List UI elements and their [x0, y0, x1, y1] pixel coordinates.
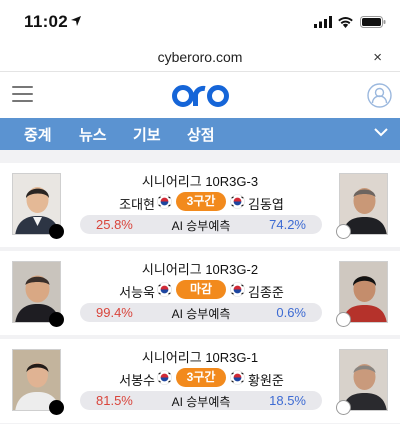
url-text[interactable]: cyberoro.com	[0, 49, 400, 65]
hamburger-menu-icon[interactable]	[12, 86, 33, 103]
white-win-percent: 0.6%	[276, 305, 306, 320]
korea-flag-icon	[157, 370, 172, 385]
black-player-name: 서봉수	[119, 373, 155, 388]
white-win-percent: 74.2%	[269, 217, 306, 232]
site-logo[interactable]	[172, 81, 230, 109]
nav-item-broadcast[interactable]: 중계	[24, 124, 52, 145]
browser-url-bar: cyberoro.com ×	[0, 44, 400, 72]
white-win-percent: 18.5%	[269, 393, 306, 408]
white-player-name: 김종준	[248, 285, 284, 300]
location-arrow-icon	[71, 16, 81, 26]
korea-flag-icon	[230, 370, 245, 385]
white-stone-marker	[336, 312, 351, 327]
white-player-name: 황원준	[248, 373, 284, 388]
battery-icon	[360, 16, 386, 28]
league-title: 시니어리그 10R3G-2	[141, 262, 259, 277]
status-bar: 11:02	[0, 0, 400, 44]
black-player-name: 조대현	[119, 197, 155, 212]
site-header	[0, 72, 400, 118]
black-stone-marker	[49, 400, 64, 415]
status-badge: 3구간	[176, 192, 226, 211]
korea-flag-icon	[230, 194, 245, 209]
close-icon[interactable]: ×	[373, 49, 382, 66]
korea-flag-icon	[157, 282, 172, 297]
status-time: 11:02	[24, 12, 69, 31]
white-stone-marker	[336, 224, 351, 239]
korea-flag-icon	[230, 282, 245, 297]
ai-prediction-bar: 99.4% AI 승부예측 0.6%	[80, 303, 322, 322]
black-player-name: 서능욱	[119, 285, 155, 300]
ai-prediction-bar: 25.8% AI 승부예측 74.2%	[80, 215, 322, 234]
game-card[interactable]: 시니어리그 10R3G-1 서봉수 3구간 황원준 81.5% AI 승부예측 …	[0, 339, 400, 423]
profile-icon[interactable]	[367, 83, 392, 108]
game-card[interactable]: 시니어리그 10R3G-2 서능욱 마감 김종준 99.4% AI 승부예측 0…	[0, 251, 400, 335]
black-stone-marker	[49, 224, 64, 239]
nav-item-kifu[interactable]: 기보	[133, 124, 161, 145]
status-badge: 3구간	[176, 368, 226, 387]
status-badge: 마감	[176, 280, 226, 299]
white-player-name: 김동엽	[248, 197, 284, 212]
chevron-down-icon[interactable]	[374, 127, 388, 137]
cellular-signal-icon	[314, 16, 332, 28]
wifi-icon	[338, 17, 353, 28]
main-nav: 중계 뉴스 기보 상점	[0, 118, 400, 150]
korea-flag-icon	[157, 194, 172, 209]
nav-item-shop[interactable]: 상점	[187, 124, 215, 145]
black-stone-marker	[49, 312, 64, 327]
game-card[interactable]: 시니어리그 10R3G-3 조대현 3구간 김동엽 25.8% AI 승부예측 …	[0, 163, 400, 247]
white-stone-marker	[336, 400, 351, 415]
league-title: 시니어리그 10R3G-3	[141, 174, 259, 189]
nav-item-news[interactable]: 뉴스	[79, 124, 107, 145]
ai-prediction-bar: 81.5% AI 승부예측 18.5%	[80, 391, 322, 410]
league-title: 시니어리그 10R3G-1	[141, 350, 259, 365]
